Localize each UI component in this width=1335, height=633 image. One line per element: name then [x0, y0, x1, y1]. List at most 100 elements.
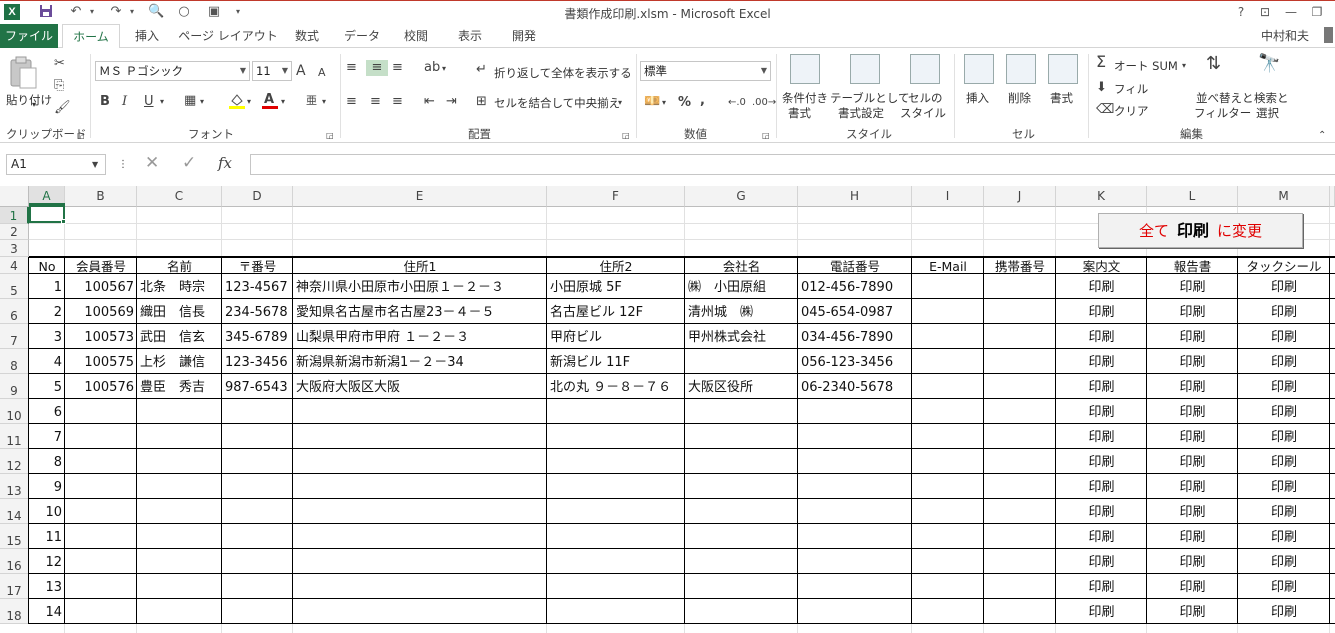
- table-cell[interactable]: 056-123-3456: [801, 349, 909, 374]
- sort-filter-button[interactable]: 並べ替えと: [1196, 90, 1254, 106]
- print-flag-cell[interactable]: 印刷: [1241, 524, 1327, 549]
- fill-color-dropdown-icon[interactable]: ▾: [247, 94, 251, 110]
- merge-center-icon[interactable]: ⊞: [476, 94, 487, 110]
- table-cell[interactable]: [688, 499, 795, 524]
- table-cell[interactable]: 123-4567: [225, 274, 290, 299]
- table-cell[interactable]: [68, 449, 134, 474]
- font-grow-icon[interactable]: A: [296, 63, 306, 79]
- table-cell[interactable]: [688, 349, 795, 374]
- table-cell[interactable]: [688, 599, 795, 624]
- table-cell[interactable]: [915, 324, 981, 349]
- set-all-print-button[interactable]: 全て 印刷 に変更: [1098, 213, 1303, 248]
- column-header-i[interactable]: I: [912, 186, 984, 207]
- font-color-dropdown-icon[interactable]: ▾: [281, 94, 285, 110]
- table-cell[interactable]: [296, 424, 544, 449]
- print-flag-cell[interactable]: 印刷: [1059, 449, 1144, 474]
- table-cell[interactable]: [296, 574, 544, 599]
- table-cell[interactable]: [140, 499, 219, 524]
- header-cell[interactable]: 携帯番号: [984, 258, 1056, 275]
- cancel-icon[interactable]: ✕: [145, 155, 159, 172]
- row-header-2[interactable]: 2: [0, 224, 29, 240]
- merge-center-button[interactable]: セルを結合して中央揃え: [494, 95, 620, 111]
- print-flag-cell[interactable]: 印刷: [1241, 299, 1327, 324]
- table-cell[interactable]: [915, 599, 981, 624]
- format-as-table-button[interactable]: テーブルとして: [830, 90, 909, 106]
- paste-dropdown-icon[interactable]: ▾: [32, 100, 36, 109]
- table-cell[interactable]: [68, 499, 134, 524]
- print-flag-cell[interactable]: 印刷: [1150, 324, 1235, 349]
- row-header-14[interactable]: 14: [0, 499, 29, 524]
- table-cell[interactable]: 234-5678: [225, 299, 290, 324]
- conditional-formatting-label-2[interactable]: 書式: [788, 105, 811, 121]
- table-cell[interactable]: [688, 474, 795, 499]
- table-cell[interactable]: 06-2340-5678: [801, 374, 909, 399]
- print-flag-cell[interactable]: 印刷: [1059, 574, 1144, 599]
- comma-button[interactable]: ,: [700, 93, 705, 109]
- table-cell[interactable]: [688, 449, 795, 474]
- clipboard-launcher-icon[interactable]: ◲: [77, 128, 85, 144]
- print-flag-cell[interactable]: 印刷: [1059, 474, 1144, 499]
- currency-dropdown-icon[interactable]: ▾: [662, 95, 666, 111]
- table-cell[interactable]: [68, 599, 134, 624]
- header-cell[interactable]: 名前: [137, 258, 222, 275]
- merge-dropdown-icon[interactable]: ▾: [618, 95, 622, 111]
- table-cell[interactable]: [915, 549, 981, 574]
- minimize-icon[interactable]: —: [1278, 3, 1304, 21]
- table-cell[interactable]: [225, 474, 290, 499]
- print-flag-cell[interactable]: 印刷: [1241, 424, 1327, 449]
- print-flag-cell[interactable]: 印刷: [1241, 324, 1327, 349]
- row-header-11[interactable]: 11: [0, 424, 29, 449]
- tab-file[interactable]: ファイル: [0, 24, 58, 48]
- table-cell[interactable]: 100567: [68, 274, 134, 299]
- table-cell[interactable]: [225, 524, 290, 549]
- table-cell[interactable]: [688, 424, 795, 449]
- table-cell[interactable]: 13: [32, 574, 62, 599]
- name-box[interactable]: A1: [6, 154, 106, 175]
- header-cell[interactable]: 〒番号: [222, 258, 293, 275]
- table-cell[interactable]: 清州城 ㈱: [688, 299, 795, 324]
- table-cell[interactable]: [140, 449, 219, 474]
- underline-button[interactable]: U: [144, 94, 154, 110]
- table-cell[interactable]: [225, 599, 290, 624]
- table-cell[interactable]: [801, 524, 909, 549]
- header-cell[interactable]: 電話番号: [798, 258, 912, 275]
- table-cell[interactable]: [801, 574, 909, 599]
- table-cell[interactable]: 名古屋ビル 12F: [550, 299, 682, 324]
- table-cell[interactable]: [987, 424, 1053, 449]
- print-flag-cell[interactable]: 印刷: [1150, 499, 1235, 524]
- column-header-k[interactable]: K: [1056, 186, 1147, 207]
- table-cell[interactable]: [140, 399, 219, 424]
- tab-review[interactable]: 校閲: [394, 24, 438, 48]
- table-cell[interactable]: [68, 474, 134, 499]
- find-select-label-2[interactable]: 選択: [1256, 105, 1279, 121]
- print-flag-cell[interactable]: 印刷: [1059, 274, 1144, 299]
- italic-button[interactable]: I: [122, 94, 127, 110]
- table-cell[interactable]: [915, 424, 981, 449]
- row-header-8[interactable]: 8: [0, 349, 29, 374]
- table-cell[interactable]: [296, 499, 544, 524]
- table-cell[interactable]: 7: [32, 424, 62, 449]
- format-as-table-label-2[interactable]: 書式設定: [838, 105, 884, 121]
- table-cell[interactable]: [225, 399, 290, 424]
- help-icon[interactable]: ?: [1228, 3, 1254, 21]
- table-cell[interactable]: 甲府ビル: [550, 324, 682, 349]
- autosum-icon[interactable]: Σ: [1096, 54, 1106, 70]
- conditional-formatting-icon[interactable]: [790, 54, 820, 84]
- table-cell[interactable]: 123-3456: [225, 349, 290, 374]
- insert-function-icon[interactable]: fx: [218, 155, 232, 171]
- tab-home[interactable]: ホーム: [62, 24, 120, 49]
- decrease-decimal-icon[interactable]: .00→: [752, 95, 776, 111]
- table-cell[interactable]: [801, 599, 909, 624]
- font-name-combo[interactable]: ＭＳ Ｐゴシック ▼: [95, 61, 250, 81]
- print-flag-cell[interactable]: 印刷: [1241, 399, 1327, 424]
- table-cell[interactable]: [915, 499, 981, 524]
- print-flag-cell[interactable]: 印刷: [1150, 274, 1235, 299]
- table-cell[interactable]: [688, 574, 795, 599]
- table-cell[interactable]: 織田 信長: [140, 299, 219, 324]
- table-cell[interactable]: 100573: [68, 324, 134, 349]
- cell-styles-button[interactable]: セルの: [908, 90, 943, 106]
- table-cell[interactable]: [915, 474, 981, 499]
- phonetic-guide-icon[interactable]: 亜: [306, 93, 317, 109]
- fill-handle[interactable]: [61, 219, 66, 224]
- row-header-18[interactable]: 18: [0, 599, 29, 624]
